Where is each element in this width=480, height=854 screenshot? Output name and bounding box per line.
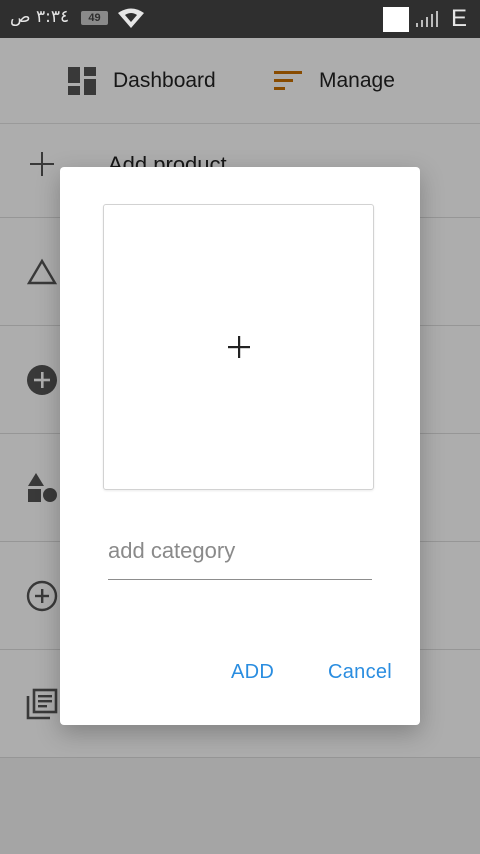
- category-input[interactable]: [108, 522, 372, 580]
- status-bar: ٣:٣٤ ص 49 E: [0, 0, 480, 38]
- status-time: ٣:٣٤ ص: [10, 7, 70, 27]
- add-button[interactable]: ADD: [231, 661, 274, 684]
- notification-square: [383, 7, 409, 32]
- wifi-icon: [117, 7, 145, 34]
- battery-level: 49: [81, 11, 108, 25]
- network-type: E: [451, 5, 468, 32]
- image-picker[interactable]: [103, 204, 374, 490]
- add-category-dialog: ADD Cancel: [60, 167, 420, 725]
- plus-icon: [228, 336, 250, 358]
- signal-icon: [416, 10, 440, 33]
- cancel-button[interactable]: Cancel: [328, 661, 392, 684]
